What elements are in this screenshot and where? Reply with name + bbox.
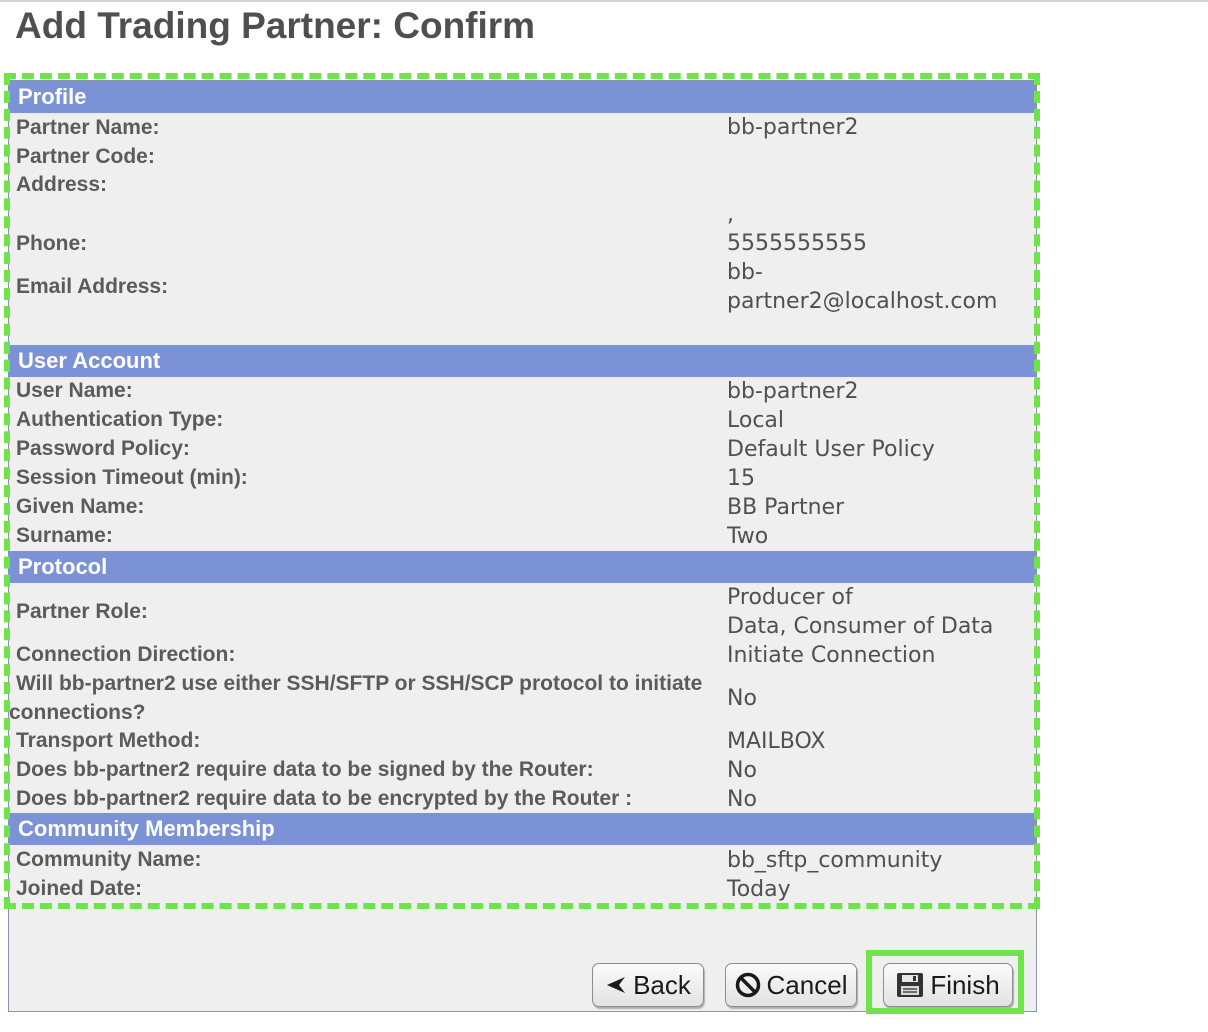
transport-method-value: MAILBOX <box>727 729 826 754</box>
transport-method-label: Transport Method: <box>16 729 201 752</box>
given-name-value: BB Partner <box>727 495 845 520</box>
auth-type-value: Local <box>727 408 785 433</box>
user-name-label: User Name: <box>16 379 133 402</box>
signed-question-label: Does bb-partner2 require data to be sign… <box>16 758 594 781</box>
password-policy-value: Default User Policy <box>727 437 935 462</box>
ssh-question-value: No <box>727 686 757 711</box>
cancel-circle-icon <box>735 972 761 998</box>
password-policy-label: Password Policy: <box>16 437 190 460</box>
partner-name-value: bb-partner2 <box>727 115 859 140</box>
page-title: Add Trading Partner: Confirm <box>15 5 536 46</box>
connection-direction-label: Connection Direction: <box>16 643 236 666</box>
phone-value: 5555555555 <box>727 231 867 256</box>
back-button-label: Back <box>633 969 691 1000</box>
cancel-button[interactable]: Cancel <box>725 963 857 1007</box>
session-timeout-value: 15 <box>727 466 755 491</box>
community-name-value: bb_sftp_community <box>727 848 943 873</box>
user-name-value: bb-partner2 <box>727 379 859 404</box>
connection-direction-value: Initiate Connection <box>727 643 936 668</box>
email-value-line2: partner2@localhost.com <box>727 289 998 314</box>
section-header-protocol: Protocol <box>8 551 1036 583</box>
partner-name-label: Partner Name: <box>16 116 160 139</box>
signed-question-value: No <box>727 758 757 783</box>
given-name-label: Given Name: <box>16 495 145 518</box>
address-value: , <box>727 202 734 227</box>
address-label: Address: <box>16 173 108 196</box>
encrypted-question-label: Does bb-partner2 require data to be encr… <box>16 787 633 810</box>
partner-role-label: Partner Role: <box>16 600 148 623</box>
section-header-user-account: User Account <box>8 345 1036 377</box>
back-arrow-icon <box>605 975 627 995</box>
community-name-label: Community Name: <box>16 848 202 871</box>
ssh-question-label: Will bb-partner2 use either SSH/SFTP or … <box>9 672 703 724</box>
encrypted-question-value: No <box>727 787 757 812</box>
back-button[interactable]: Back <box>592 963 704 1007</box>
surname-label: Surname: <box>16 524 113 547</box>
joined-date-value: Today <box>727 877 791 902</box>
cancel-button-label: Cancel <box>766 969 848 1000</box>
partner-role-value-line1: Producer of <box>727 585 853 610</box>
email-label: Email Address: <box>16 275 169 298</box>
partner-code-label: Partner Code: <box>16 145 155 168</box>
partner-role-value-line2: Data, Consumer of Data <box>727 614 994 639</box>
phone-label: Phone: <box>16 232 88 255</box>
auth-type-label: Authentication Type: <box>16 408 224 431</box>
joined-date-label: Joined Date: <box>16 877 143 900</box>
section-header-profile: Profile <box>8 81 1036 113</box>
section-header-community: Community Membership <box>8 813 1036 845</box>
session-timeout-label: Session Timeout (min): <box>16 466 248 489</box>
email-value-line1: bb- <box>727 260 763 285</box>
surname-value: Two <box>727 524 769 549</box>
finish-highlight-box <box>866 950 1024 1014</box>
